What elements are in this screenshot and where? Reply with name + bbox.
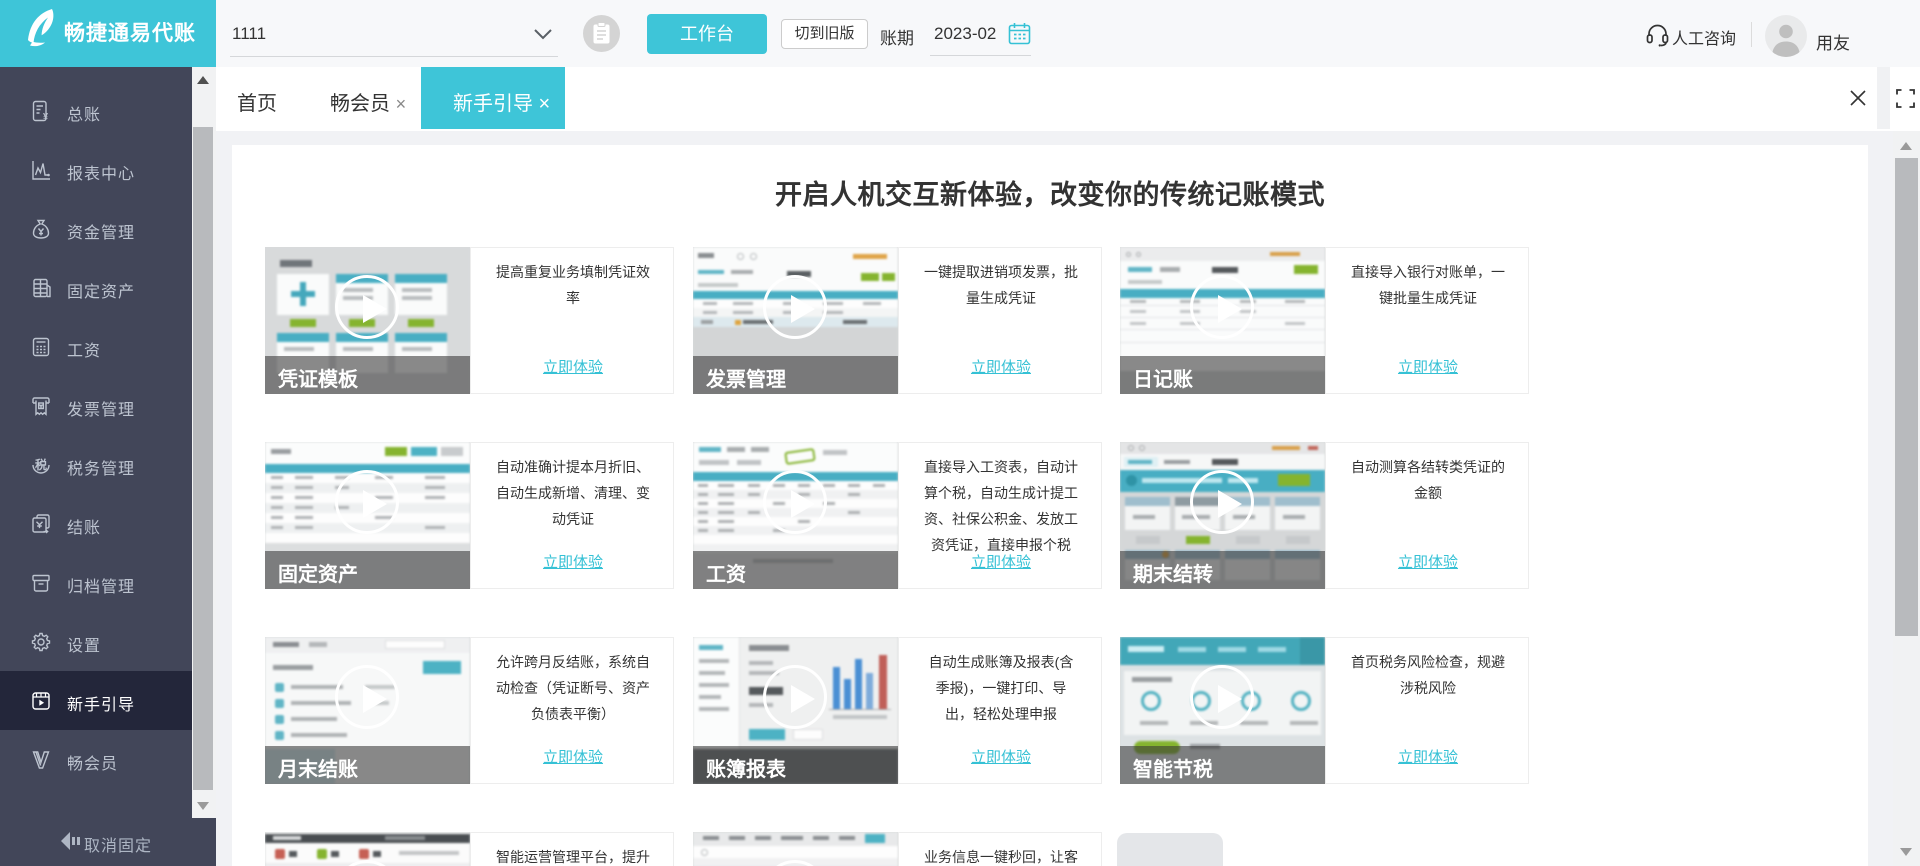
svg-text:税: 税 (35, 456, 47, 471)
svg-text:¥: ¥ (43, 111, 48, 121)
